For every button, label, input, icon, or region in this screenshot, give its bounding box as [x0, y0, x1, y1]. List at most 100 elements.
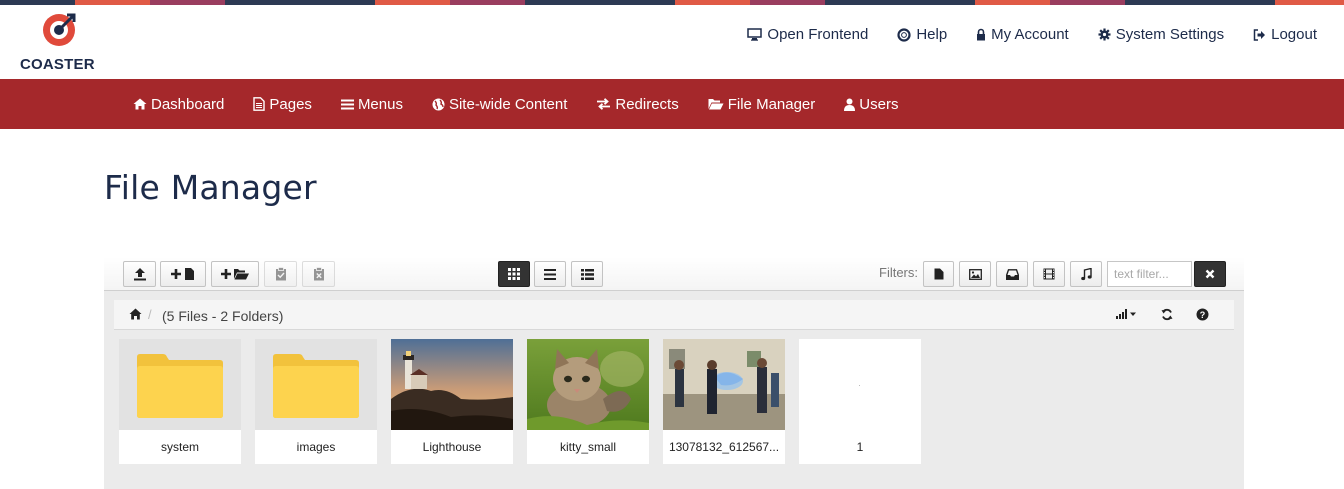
nav-redirects-label: Redirects	[615, 95, 679, 113]
photo-thumbnail	[663, 339, 785, 430]
filter-video-button[interactable]	[1033, 261, 1065, 287]
kitten-thumbnail	[527, 339, 649, 430]
filters-label: Filters:	[879, 265, 918, 280]
file-manager-panel: Filters: / (5 Files - 2 Folders) ?	[104, 257, 1244, 489]
lock-icon	[977, 28, 986, 41]
clear-filter-button[interactable]	[1194, 261, 1226, 287]
lighthouse-thumbnail	[391, 339, 513, 430]
sort-signal-icon[interactable]	[1115, 308, 1137, 320]
upload-icon	[133, 268, 146, 281]
image-tile-kitty-small[interactable]: kitty_small	[527, 339, 649, 464]
page-title: File Manager	[104, 168, 317, 207]
my-account-link[interactable]: My Account	[976, 26, 1069, 43]
file-grid: system images Lighthouse kitty_small 130…	[119, 339, 935, 464]
tile-label: 13078132_612567...	[668, 440, 780, 454]
system-settings-link[interactable]: System Settings	[1098, 26, 1224, 43]
nav-pages-label: Pages	[269, 95, 312, 113]
nav-dashboard-label: Dashboard	[151, 95, 225, 113]
clipboard-check-icon	[275, 267, 286, 281]
grid-view-button[interactable]	[498, 261, 530, 287]
nav-file-manager[interactable]: File Manager	[708, 95, 816, 113]
my-account-label: My Account	[991, 26, 1069, 43]
tile-label: system	[160, 440, 199, 454]
nav-menus[interactable]: Menus	[340, 95, 403, 113]
globe-icon	[432, 98, 445, 110]
breadcrumb-separator: /	[148, 307, 152, 322]
text-filter-input[interactable]	[1107, 261, 1192, 287]
tile-label: kitty_small	[559, 440, 616, 454]
tile-label: images	[296, 440, 336, 454]
folder-tile-system[interactable]: system	[119, 339, 241, 464]
paste-button[interactable]	[264, 261, 297, 287]
logout-link[interactable]: Logout	[1253, 26, 1317, 43]
filter-files-button[interactable]	[923, 261, 954, 287]
help-link[interactable]: Help	[897, 26, 947, 43]
clipboard-x-icon	[313, 267, 324, 281]
nav-file-manager-label: File Manager	[727, 95, 816, 113]
image-tile-13078132[interactable]: 13078132_612567...	[663, 339, 785, 464]
file-text-icon	[253, 97, 266, 111]
close-icon	[1205, 269, 1215, 279]
music-icon	[1080, 267, 1092, 280]
help-circle-icon[interactable]: ?	[1196, 308, 1209, 321]
folder-summary: (5 Files - 2 Folders)	[162, 308, 284, 324]
main-nav: Dashboard Pages Menus Site-wide Content …	[0, 79, 1344, 129]
blank-thumbnail	[799, 339, 921, 430]
new-file-button[interactable]	[160, 261, 206, 287]
top-links: Open Frontend Help My Account System Set…	[718, 26, 1317, 43]
file-icon	[934, 268, 943, 280]
file-tile-1[interactable]: 1	[799, 339, 921, 464]
home-icon[interactable]	[129, 308, 142, 320]
plus-file-icon	[171, 268, 194, 280]
image-tile-lighthouse[interactable]: Lighthouse	[391, 339, 513, 464]
user-icon	[844, 98, 856, 111]
image-icon	[968, 268, 982, 280]
lifebuoy-icon	[897, 27, 911, 42]
nav-users-label: Users	[859, 95, 899, 113]
inbox-icon	[1005, 268, 1019, 280]
open-frontend-link[interactable]: Open Frontend	[747, 26, 868, 43]
header: COASTER Open Frontend Help My Account Sy…	[0, 5, 1344, 79]
breadcrumb: / (5 Files - 2 Folders) ?	[114, 300, 1234, 330]
file-manager-toolbar: Filters:	[104, 257, 1244, 291]
tile-label: 1	[856, 440, 864, 454]
open-frontend-label: Open Frontend	[767, 26, 869, 43]
exchange-arrows-icon	[597, 98, 611, 110]
list-view-button[interactable]	[534, 261, 566, 287]
grid-icon	[508, 268, 520, 280]
help-label: Help	[916, 26, 948, 43]
folder-icon	[255, 339, 377, 430]
nav-pages[interactable]: Pages	[253, 96, 312, 113]
logo[interactable]: COASTER	[20, 12, 100, 73]
filter-archives-button[interactable]	[996, 261, 1028, 287]
svg-text:?: ?	[1200, 310, 1206, 320]
filter-images-button[interactable]	[959, 261, 991, 287]
nav-menus-label: Menus	[357, 95, 403, 113]
filter-audio-button[interactable]	[1070, 261, 1102, 287]
detail-view-button[interactable]	[571, 261, 603, 287]
nav-dashboard[interactable]: Dashboard	[133, 96, 224, 113]
coaster-logo-icon	[43, 13, 76, 46]
tile-label: Lighthouse	[422, 440, 482, 454]
clear-clipboard-button[interactable]	[302, 261, 335, 287]
logout-label: Logout	[1271, 26, 1317, 43]
folder-open-icon	[708, 99, 724, 110]
th-list-icon	[580, 268, 594, 280]
plus-folder-icon	[221, 269, 249, 280]
nav-redirects[interactable]: Redirects	[596, 95, 679, 113]
film-icon	[1043, 268, 1055, 280]
home-icon	[133, 98, 147, 110]
upload-button[interactable]	[123, 261, 156, 287]
nav-site-wide-content-label: Site-wide Content	[448, 95, 568, 113]
list-icon	[544, 268, 556, 280]
folder-icon	[119, 339, 241, 430]
new-folder-button[interactable]	[211, 261, 259, 287]
monitor-icon	[747, 28, 763, 41]
gear-icon	[1098, 28, 1111, 41]
nav-site-wide-content[interactable]: Site-wide Content	[432, 96, 567, 113]
refresh-icon[interactable]	[1161, 308, 1173, 321]
logout-icon	[1253, 28, 1266, 41]
logo-text: COASTER	[20, 56, 95, 73]
nav-users[interactable]: Users	[844, 96, 898, 113]
folder-tile-images[interactable]: images	[255, 339, 377, 464]
